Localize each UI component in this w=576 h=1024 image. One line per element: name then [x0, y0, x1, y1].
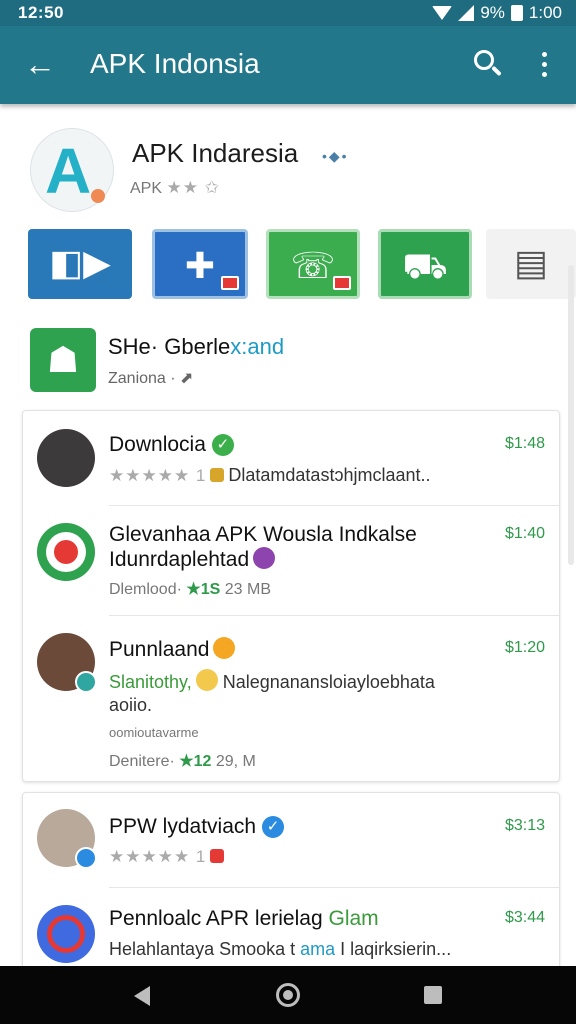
- item-price: $1:40: [504, 525, 545, 542]
- check-icon: [75, 847, 97, 869]
- item-title: Downlocia ✓: [109, 433, 234, 457]
- status-icons: 9% 1:00: [432, 3, 562, 23]
- divider: [109, 887, 559, 888]
- system-nav-bar: [0, 966, 576, 1024]
- emoji-icon: [213, 637, 236, 659]
- featured-tiles: ◧▶ ✚ ☏ ⛟ ▤: [26, 229, 576, 301]
- scrollbar[interactable]: [568, 265, 574, 565]
- signal-icon: [458, 5, 475, 21]
- verified-icon: ✓: [211, 434, 234, 456]
- android-icon: ☗: [30, 328, 96, 392]
- wifi-icon: [432, 6, 453, 20]
- app-list-card-2: PPW lydatviach ✓ $3:13 ★★★★★ 1 Pennloalc …: [22, 792, 560, 982]
- item-meta: ★★★★★ 1: [109, 847, 228, 867]
- divider: [109, 615, 559, 616]
- keyboard-icon: ▤: [513, 242, 548, 283]
- app-header: A APK Indaresia •◆• APK ★★ ✩: [0, 120, 576, 220]
- back-arrow-icon[interactable]: ←: [24, 46, 56, 82]
- battery-percent: 9%: [480, 3, 505, 22]
- item-price: $3:13: [504, 817, 545, 834]
- share-icon: ⬈: [180, 370, 194, 387]
- avatar: [37, 905, 95, 963]
- emoji-icon: [253, 547, 276, 569]
- bag-icon: ⛟: [402, 245, 448, 286]
- check-icon: [75, 671, 97, 693]
- more-vert-icon[interactable]: [534, 52, 554, 80]
- item-meta: Denitere· ★12 29, M: [109, 753, 256, 770]
- item-small-text: oomioutavarme: [109, 725, 199, 740]
- item-meta: ★★★★★ 1 Dlatamdatastɔhjmclaant..: [109, 465, 431, 485]
- avatar: [37, 523, 95, 581]
- battery-icon: [510, 5, 523, 21]
- app-logo: A: [30, 128, 114, 212]
- item-title: Glevanhaa APK Wousla Indkalse: [109, 523, 417, 546]
- flag-icon: [333, 276, 351, 290]
- tile-keyboard[interactable]: ▤: [486, 229, 576, 299]
- item-description: Helahlantaya Smooka t ama I laqirksierin…: [109, 939, 452, 959]
- video-icon: ◧▶: [49, 242, 111, 283]
- app-bar: ← APK Indonsia: [0, 26, 576, 104]
- emoji-icon: [195, 669, 218, 691]
- section-subtitle: Zaniona · ⬈: [108, 370, 194, 387]
- nav-home-icon[interactable]: [276, 983, 300, 1007]
- item-price: $1:48: [504, 435, 545, 452]
- verified-icon: ✓: [262, 816, 285, 838]
- badge-icon: •◆•: [322, 148, 349, 164]
- page-title: APK Indonsia: [90, 48, 260, 79]
- badge-icon: [210, 849, 225, 863]
- status-bar: 12:50 9% 1:00: [0, 0, 576, 26]
- status-time-right: 1:00: [528, 3, 562, 22]
- app-sub-text: APK: [130, 180, 163, 197]
- item-title-2: Idunrdaplehtad: [109, 547, 276, 572]
- app-name: APK Indaresia: [132, 138, 299, 168]
- item-description: Slanitothy, Nalegnanansloiayloebhata: [109, 669, 435, 693]
- nav-back-icon[interactable]: [134, 986, 150, 1006]
- section-header[interactable]: ☗ SHe· Gberlex:and Zaniona · ⬈: [0, 324, 576, 404]
- item-title: PPW lydatviach ✓: [109, 815, 285, 839]
- flag-icon: [221, 276, 239, 290]
- avatar: [37, 633, 97, 693]
- tile-phone[interactable]: ☏: [266, 229, 360, 299]
- item-price: $3:44: [504, 909, 545, 926]
- section-title: SHe· Gberlex:and: [108, 334, 285, 359]
- app-list-card: Downlocia ✓ $1:48 ★★★★★ 1 Dlatamdatastɔhjm…: [22, 410, 560, 782]
- avatar: [37, 429, 95, 487]
- divider: [109, 505, 559, 506]
- tile-tools[interactable]: ✚: [152, 229, 248, 299]
- tile-video[interactable]: ◧▶: [28, 229, 132, 299]
- app-subtitle: APK ★★ ✩: [130, 178, 220, 198]
- item-meta: Dlemlood· ★1S 23 MB: [109, 581, 271, 598]
- tile-bag[interactable]: ⛟: [378, 229, 472, 299]
- rating-stars: ★★ ✩: [166, 178, 220, 197]
- badge-icon: [210, 468, 225, 482]
- search-icon[interactable]: [474, 50, 504, 80]
- status-time: 12:50: [18, 3, 64, 22]
- item-title: Pennloalc APR lerielag Glam: [109, 907, 379, 930]
- item-description-2: aoiio.: [109, 695, 153, 715]
- nav-recents-icon[interactable]: [424, 986, 442, 1004]
- item-price: $1:20: [504, 639, 545, 656]
- avatar: [37, 809, 97, 869]
- item-title: Punnlaand: [109, 637, 236, 662]
